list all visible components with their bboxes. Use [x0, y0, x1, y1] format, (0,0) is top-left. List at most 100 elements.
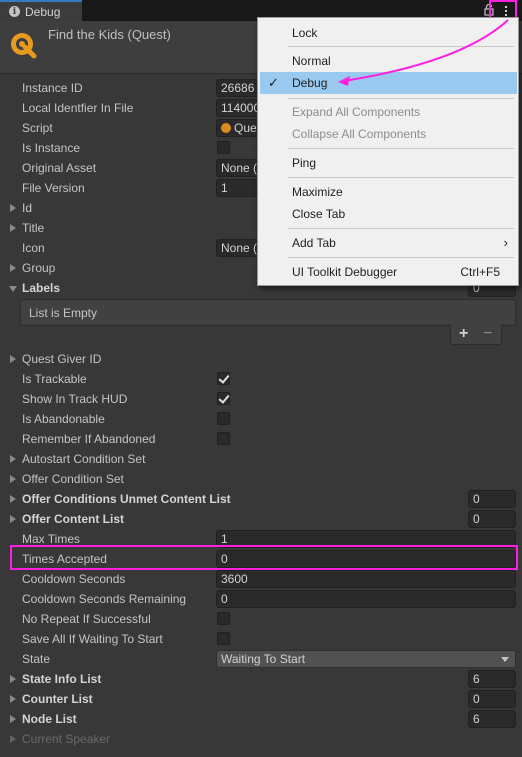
show-in-track-hud-checkbox[interactable] — [217, 392, 230, 405]
property-label: Instance ID — [22, 81, 83, 95]
menu-separator — [288, 148, 514, 149]
menu-item-normal[interactable]: Normal — [258, 50, 518, 72]
property-row: Cooldown Seconds Remaining 0 — [0, 589, 522, 609]
property-label: Is Trackable — [22, 372, 87, 386]
labels-list: List is Empty — [20, 299, 516, 326]
property-row: Save All If Waiting To Start — [0, 629, 522, 649]
menu-item-expand-all[interactable]: Expand All Components — [258, 101, 518, 123]
is-trackable-checkbox[interactable] — [217, 372, 230, 385]
property-label: Autostart Condition Set — [22, 452, 146, 466]
property-label: Remember If Abandoned — [22, 432, 156, 446]
property-label: State Info List — [22, 672, 102, 686]
property-row[interactable]: Offer Content List 0 — [0, 509, 522, 529]
checkmark-icon: ✓ — [268, 75, 279, 90]
property-row: Remember If Abandoned — [0, 429, 522, 449]
no-repeat-checkbox[interactable] — [217, 612, 230, 625]
labels-list-footer: + − — [450, 325, 502, 345]
cooldown-seconds-field[interactable]: 3600 — [216, 570, 516, 588]
chevron-down-icon — [501, 657, 509, 662]
property-label: Icon — [22, 241, 45, 255]
remember-if-abandoned-checkbox[interactable] — [217, 432, 230, 445]
property-row[interactable]: Quest Giver ID — [0, 349, 522, 369]
state-dropdown-value: Waiting To Start — [221, 652, 306, 666]
menu-separator — [288, 46, 514, 47]
foldout-arrow-icon[interactable] — [10, 355, 16, 363]
foldout-arrow-icon[interactable] — [10, 715, 16, 723]
property-row[interactable]: State Info List 6 — [0, 669, 522, 689]
menu-item-close-tab[interactable]: Close Tab — [258, 203, 518, 225]
foldout-arrow-icon[interactable] — [9, 286, 17, 292]
foldout-arrow-icon[interactable] — [10, 224, 16, 232]
property-label: File Version — [22, 181, 85, 195]
property-label: Max Times — [22, 532, 81, 546]
property-label: Counter List — [22, 692, 93, 706]
menu-item-debug[interactable]: ✓ Debug — [260, 72, 517, 94]
property-row[interactable]: Current Speaker — [0, 729, 522, 749]
menu-separator — [288, 257, 514, 258]
script-icon — [221, 123, 231, 133]
foldout-arrow-icon[interactable] — [10, 264, 16, 272]
property-row[interactable]: Offer Condition Set — [0, 469, 522, 489]
property-row[interactable]: Node List 6 — [0, 709, 522, 729]
cooldown-remaining-field[interactable]: 0 — [216, 590, 516, 608]
menu-item-maximize[interactable]: Maximize — [258, 181, 518, 203]
add-element-button[interactable]: + — [459, 325, 468, 343]
list-size-field[interactable]: 6 — [468, 670, 516, 688]
property-label: Labels — [22, 281, 61, 295]
property-label: Is Instance — [22, 141, 81, 155]
foldout-arrow-icon[interactable] — [10, 495, 16, 503]
save-all-checkbox[interactable] — [217, 632, 230, 645]
menu-separator — [288, 177, 514, 178]
menu-item-lock[interactable]: Lock — [258, 22, 518, 44]
property-row: Show In Track HUD — [0, 389, 522, 409]
menu-item-collapse-all[interactable]: Collapse All Components — [258, 123, 518, 145]
is-instance-checkbox[interactable] — [217, 141, 230, 154]
quest-icon — [11, 33, 37, 59]
property-label: Script — [22, 121, 53, 135]
foldout-arrow-icon[interactable] — [10, 475, 16, 483]
property-label: Show In Track HUD — [22, 392, 128, 406]
foldout-arrow-icon[interactable] — [10, 204, 16, 212]
chevron-right-icon: › — [503, 235, 508, 250]
property-label: Title — [22, 221, 45, 235]
property-row[interactable]: Counter List 0 — [0, 689, 522, 709]
property-label: Offer Condition Set — [22, 472, 124, 486]
context-menu: Lock Normal ✓ Debug Expand All Component… — [257, 17, 519, 286]
list-size-field[interactable]: 0 — [468, 510, 516, 528]
tab-title: Debug — [25, 4, 61, 19]
property-label: No Repeat If Successful — [22, 612, 151, 626]
list-size-field[interactable]: 6 — [468, 710, 516, 728]
property-row: Cooldown Seconds 3600 — [0, 569, 522, 589]
remove-element-button[interactable]: − — [483, 325, 492, 343]
property-label: Current Speaker — [22, 732, 111, 746]
property-label: Quest Giver ID — [22, 352, 102, 366]
property-row: Is Trackable — [0, 369, 522, 389]
menu-item-ping[interactable]: Ping — [258, 152, 518, 174]
list-size-field[interactable]: 0 — [468, 490, 516, 508]
property-label: Is Abandonable — [22, 412, 105, 426]
property-row[interactable]: Offer Conditions Unmet Content List 0 — [0, 489, 522, 509]
foldout-arrow-icon[interactable] — [10, 515, 16, 523]
menu-item-ui-toolkit-debugger[interactable]: UI Toolkit Debugger Ctrl+F5 — [258, 261, 518, 283]
state-dropdown[interactable]: Waiting To Start — [216, 650, 516, 668]
foldout-arrow-icon[interactable] — [10, 695, 16, 703]
menu-item-add-tab[interactable]: Add Tab › — [258, 232, 518, 254]
is-abandonable-checkbox[interactable] — [217, 412, 230, 425]
shortcut-label: Ctrl+F5 — [460, 265, 500, 279]
page-title: Find the Kids (Quest) — [48, 27, 171, 42]
menu-separator — [288, 98, 514, 99]
property-label: Offer Conditions Unmet Content List — [22, 492, 231, 506]
foldout-arrow-icon[interactable] — [10, 455, 16, 463]
property-label: Cooldown Seconds Remaining — [22, 592, 187, 606]
times-accepted-highlight-box — [10, 545, 518, 570]
tab-debug[interactable]: i Debug — [0, 0, 82, 21]
foldout-arrow-icon[interactable] — [10, 675, 16, 683]
property-label: Offer Content List — [22, 512, 124, 526]
info-icon: i — [9, 6, 20, 17]
property-label: Id — [22, 201, 33, 215]
list-empty-text: List is Empty — [29, 306, 98, 320]
property-row[interactable]: Autostart Condition Set — [0, 449, 522, 469]
foldout-arrow-icon[interactable] — [10, 735, 16, 743]
property-label: Original Asset — [22, 161, 97, 175]
list-size-field[interactable]: 0 — [468, 690, 516, 708]
